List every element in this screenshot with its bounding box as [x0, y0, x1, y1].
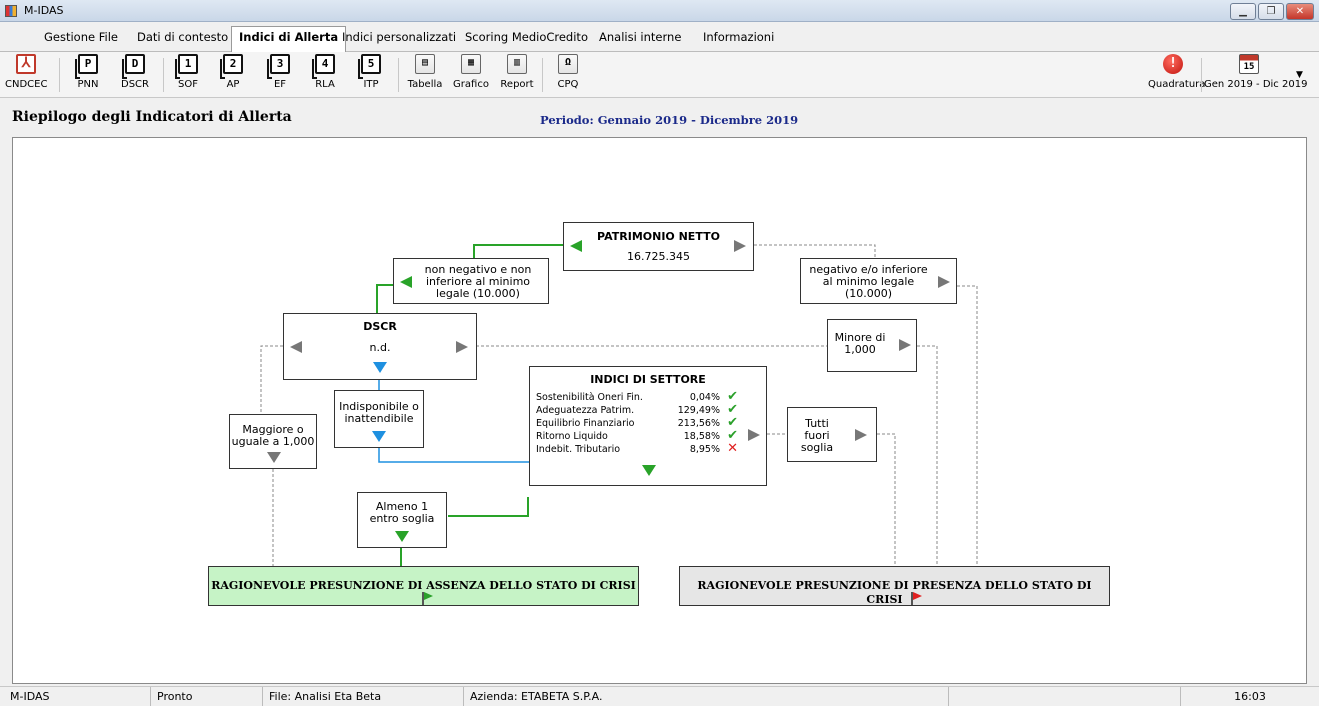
close-button[interactable]: ✕ [1286, 3, 1314, 20]
status-time: 16:03 [1180, 687, 1319, 706]
period-label: Periodo: Gennaio 2019 - Dicembre 2019 [540, 113, 799, 127]
arrow-left-icon [400, 276, 412, 288]
cndcec-button[interactable]: ⅄ CNDCEC [5, 54, 47, 90]
itp-button[interactable]: 5 ITP [353, 54, 389, 90]
status-app: M-IDAS [10, 690, 50, 703]
tab-dati-contesto[interactable]: Dati di contesto [137, 30, 228, 44]
indici-settore-title: INDICI DI SETTORE [590, 373, 706, 386]
ap-button[interactable]: 2 AP [215, 54, 251, 90]
arrow-right-icon [938, 276, 950, 288]
indisponibile-box: Indisponibile o inattendibile [334, 390, 424, 448]
rla-button[interactable]: 4 RLA [307, 54, 343, 90]
result-presenza: RAGIONEVOLE PRESUNZIONE DI PRESENZA DELL… [679, 566, 1110, 606]
check-icon: ✔ [727, 402, 738, 417]
cross-icon: ✕ [727, 441, 738, 456]
ef-button[interactable]: 3 EF [262, 54, 298, 90]
negativo-box: negativo e/o inferiore al minimo legale … [800, 258, 957, 304]
toolbar: ⅄ CNDCEC P PNN D DSCR 1 SOF 2 AP 3 EF 4 … [0, 52, 1319, 98]
report-icon: ▥ [507, 54, 527, 74]
minore-box: Minore di 1,000 [827, 319, 917, 372]
arrow-left-icon [290, 341, 302, 353]
sof-button[interactable]: 1 SOF [170, 54, 206, 90]
diagram-canvas: PATRIMONIO NETTO 16.725.345 non negativo… [12, 137, 1307, 684]
cpq-icon: Ω [558, 54, 578, 74]
alert-icon: ! [1163, 54, 1183, 74]
status-bar: M-IDAS Pronto File: Analisi Eta Beta Azi… [0, 686, 1319, 706]
check-icon: ✔ [727, 389, 738, 404]
patrimonio-netto-box: PATRIMONIO NETTO 16.725.345 [563, 222, 754, 271]
quadratura-button[interactable]: ! Quadratura [1148, 54, 1205, 90]
check-icon: ✔ [727, 415, 738, 430]
arrow-left-icon [570, 240, 582, 252]
tab-scoring-mediocredito[interactable]: Scoring MedioCredito [465, 30, 588, 44]
status-company: Azienda: ETABETA S.P.A. [463, 687, 948, 706]
rla-icon: 4 [312, 54, 335, 79]
tab-analisi-interne[interactable]: Analisi interne [599, 30, 681, 44]
title-bar: M-IDAS ▁ ❐ ✕ [0, 0, 1319, 22]
itp-icon: 5 [358, 54, 381, 79]
patrimonio-netto-title: PATRIMONIO NETTO [597, 230, 720, 243]
almeno-uno-box: Almeno 1 entro soglia [357, 492, 447, 548]
cpq-button[interactable]: Ω CPQ [550, 54, 586, 90]
dscr-button[interactable]: D DSCR [115, 54, 155, 90]
arrow-right-icon [456, 341, 468, 353]
ef-icon: 3 [267, 54, 290, 79]
status-empty [948, 687, 1180, 706]
grafico-button[interactable]: ▦ Grafico [450, 54, 492, 90]
window-title: M-IDAS [24, 4, 64, 17]
indici-settore-box: INDICI DI SETTORE Sostenibilità Oneri Fi… [529, 366, 767, 486]
arrow-right-icon [734, 240, 746, 252]
minimize-button[interactable]: ▁ [1230, 3, 1256, 20]
status-state: Pronto [150, 687, 260, 706]
tab-gestione-file[interactable]: Gestione File [44, 30, 118, 44]
tab-informazioni[interactable]: Informazioni [703, 30, 774, 44]
arrow-right-icon [899, 339, 911, 351]
sof-icon: 1 [175, 54, 198, 79]
arrow-down-icon [372, 431, 386, 442]
dscr-value: n.d. [369, 341, 391, 354]
non-negativo-box: non negativo e non inferiore al minimo l… [393, 258, 549, 304]
chart-icon: ▦ [461, 54, 481, 74]
tab-indici-allerta[interactable]: Indici di Allerta [231, 26, 347, 53]
calendar-icon: 15 [1239, 54, 1259, 74]
tab-indici-personalizzati[interactable]: Indici personalizzati [342, 30, 456, 44]
arrow-down-icon [395, 531, 409, 542]
dscr-icon: D [122, 54, 145, 79]
app-icon [5, 5, 17, 17]
menu-bar: Gestione File Dati di contesto Indici di… [0, 22, 1319, 53]
pnn-button[interactable]: P PNN [70, 54, 106, 90]
period-button[interactable]: 15 Gen 2019 - Dic 2019 [1204, 54, 1307, 90]
pdf-icon: ⅄ [16, 54, 36, 74]
arrow-down-icon [373, 362, 387, 373]
green-flag-icon [421, 592, 434, 605]
pnn-icon: P [75, 54, 98, 79]
red-flag-icon [910, 592, 923, 605]
report-button[interactable]: ▥ Report [497, 54, 537, 90]
table-icon: ▤ [415, 54, 435, 74]
check-icon: ✔ [727, 428, 738, 443]
dscr-title: DSCR [363, 320, 397, 333]
page-header: Riepilogo degli Indicatori di Allerta Pe… [0, 99, 1319, 135]
maximize-button[interactable]: ❐ [1258, 3, 1284, 20]
status-file: File: Analisi Eta Beta [262, 687, 462, 706]
maggiore-box: Maggiore o uguale a 1,000 [229, 414, 317, 469]
arrow-right-icon [748, 429, 760, 441]
dscr-box: DSCR n.d. [283, 313, 477, 380]
tabella-button[interactable]: ▤ Tabella [406, 54, 444, 90]
ap-icon: 2 [220, 54, 243, 79]
chevron-down-icon[interactable]: ▼ [1296, 70, 1303, 80]
tutti-fuori-soglia-box: Tutti fuori soglia [787, 407, 877, 462]
page-title: Riepilogo degli Indicatori di Allerta [12, 109, 292, 125]
result-assenza: RAGIONEVOLE PRESUNZIONE DI ASSENZA DELLO… [208, 566, 639, 606]
arrow-down-icon [642, 465, 656, 476]
patrimonio-netto-value: 16.725.345 [627, 250, 690, 263]
arrow-right-icon [855, 429, 867, 441]
arrow-down-icon [267, 452, 281, 463]
